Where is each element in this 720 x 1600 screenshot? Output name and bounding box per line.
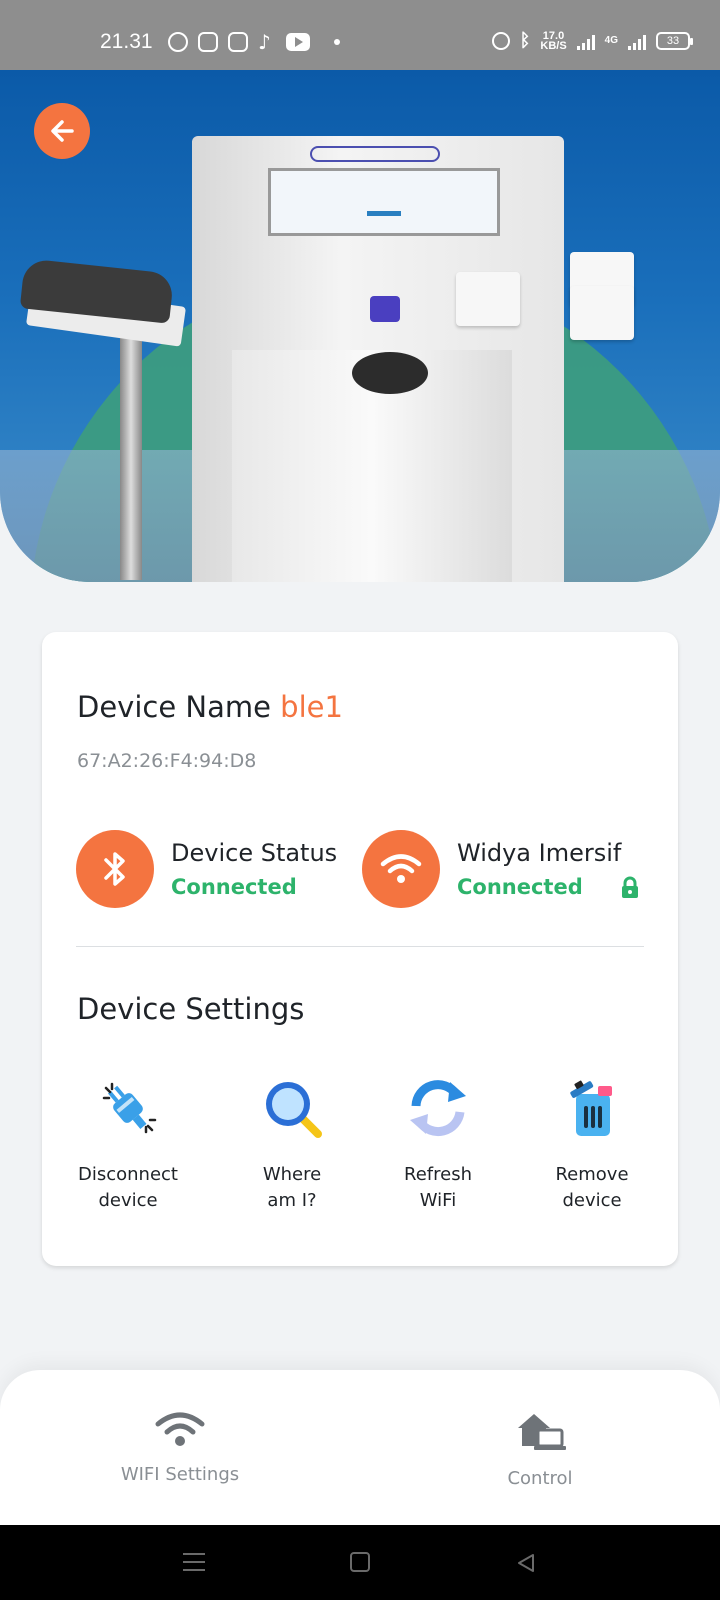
system-back-button[interactable] [515, 1552, 537, 1574]
bluetooth-icon [104, 852, 125, 886]
refresh-wifi-label-line2: WiFi [419, 1190, 457, 1211]
shopee-icon [228, 32, 248, 52]
signal-icon [576, 32, 595, 50]
status-time: 21.31 [100, 30, 153, 53]
recent-apps-button[interactable] [183, 1553, 205, 1577]
where-am-i-label: Where am I? [222, 1162, 362, 1214]
lock-icon [622, 876, 638, 898]
refresh-icon [410, 1080, 466, 1136]
kiosk-glucose-box [456, 272, 520, 326]
battery-icon: 33 [656, 31, 693, 50]
device-hero-image [0, 70, 720, 582]
disconnect-device-label-line1: Disconnect [78, 1164, 178, 1185]
network-speed: 17.0 KB/S [540, 30, 567, 52]
wifi-status-circle [362, 830, 440, 908]
device-status-title: Device Status [171, 839, 338, 867]
whatsapp-icon [168, 32, 188, 52]
refresh-wifi-label: Refresh WiFi [368, 1162, 508, 1214]
arrow-left-icon [51, 120, 74, 142]
wifi-status-value: Connected [457, 875, 583, 899]
where-am-i-button[interactable]: Where am I? [222, 1076, 362, 1214]
instagram-icon [198, 32, 218, 52]
refresh-wifi-label-line1: Refresh [404, 1164, 472, 1185]
remove-device-label: Remove device [522, 1162, 662, 1214]
nav-wifi-settings-label: WIFI Settings [120, 1464, 240, 1485]
home-control-icon [518, 1414, 566, 1450]
kiosk-logo [310, 146, 440, 162]
status-bar: 21.31 ♪ ᛒ 17.0 KB/S 4G 33 [0, 0, 720, 70]
nav-wifi-settings[interactable]: WIFI Settings [80, 1410, 280, 1485]
bp-stand-pole [120, 330, 142, 580]
system-navigation-bar [0, 1525, 720, 1600]
nav-control[interactable]: Control [440, 1410, 640, 1489]
network-speed-unit: KB/S [540, 39, 567, 52]
device-name: Device Name ble1 [77, 690, 343, 724]
device-status: Device Status Connected [76, 830, 337, 908]
device-mac-address: 67:A2:26:F4:94:D8 [77, 750, 257, 772]
network-type: 4G [604, 35, 618, 46]
magnifier-icon [266, 1082, 322, 1138]
kiosk-side-box-2 [570, 286, 634, 340]
wifi-status: Widya Imersif Connected [362, 830, 621, 908]
disconnect-device-label: Disconnect device [58, 1162, 198, 1214]
signal-icon-2 [628, 32, 646, 50]
back-button[interactable] [34, 103, 90, 159]
disconnect-device-label-line2: device [98, 1190, 158, 1211]
wifi-network-name: Widya Imersif [457, 839, 622, 867]
trash-icon [570, 1080, 612, 1136]
refresh-wifi-button[interactable]: Refresh WiFi [368, 1076, 508, 1214]
device-settings-title: Device Settings [77, 992, 305, 1026]
alarm-icon [491, 31, 510, 50]
bluetooth-status-circle [76, 830, 154, 908]
system-indicators: ᛒ 17.0 KB/S 4G 33 [491, 30, 693, 52]
disconnect-plug-icon [102, 1082, 157, 1134]
device-name-label: Device Name [77, 690, 271, 724]
youtube-icon [286, 33, 310, 51]
bluetooth-status-icon: ᛒ [519, 30, 531, 50]
where-am-i-label-line2: am I? [267, 1190, 317, 1211]
device-card: Device Name ble1 67:A2:26:F4:94:D8 Devic… [42, 632, 678, 1266]
bottom-navigation: WIFI Settings Control [0, 1370, 720, 1525]
kiosk-fingerprint [352, 352, 428, 394]
kiosk-hemoglobin-sensor [370, 296, 400, 322]
more-notifications-dot [334, 39, 340, 45]
home-button[interactable] [350, 1552, 370, 1572]
device-name-value: ble1 [280, 690, 343, 724]
remove-device-label-line2: device [562, 1190, 622, 1211]
remove-device-button[interactable]: Remove device [522, 1076, 662, 1214]
wifi-icon [155, 1412, 205, 1446]
divider [76, 946, 644, 947]
remove-device-label-line1: Remove [555, 1164, 629, 1185]
notification-icons: ♪ [168, 32, 340, 52]
tiktok-icon: ♪ [258, 30, 271, 54]
kiosk-screen [268, 168, 500, 236]
disconnect-device-button[interactable]: Disconnect device [58, 1076, 198, 1214]
nav-control-label: Control [507, 1468, 573, 1489]
wifi-icon [380, 854, 422, 883]
device-status-value: Connected [171, 875, 297, 899]
where-am-i-label-line1: Where [262, 1164, 322, 1185]
